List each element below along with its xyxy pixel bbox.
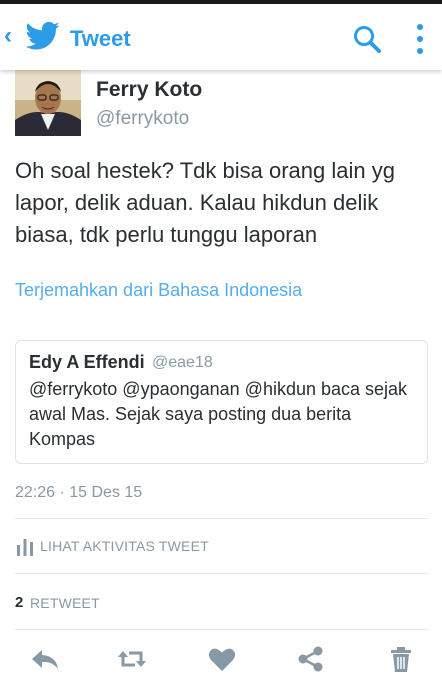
share-icon[interactable] xyxy=(296,645,326,673)
action-bar: ‹ Tweet xyxy=(0,4,442,70)
quoted-tweet-card[interactable]: Edy A Effendi @eae18 @ferrykoto @ypaonga… xyxy=(15,340,428,464)
reply-icon[interactable] xyxy=(30,645,60,673)
quoted-author-handle: @eae18 xyxy=(152,354,213,371)
divider xyxy=(15,573,428,574)
divider xyxy=(15,629,428,630)
retweet-icon[interactable] xyxy=(117,645,147,673)
quoted-author-name: Edy A Effendi xyxy=(29,352,145,372)
author-name[interactable]: Ferry Koto xyxy=(96,78,202,102)
translate-link[interactable]: Terjemahkan dari Bahasa Indonesia xyxy=(15,280,302,301)
divider xyxy=(15,518,428,519)
view-tweet-activity-link[interactable]: LIHAT AKTIVITAS TWEET xyxy=(40,538,209,554)
twitter-bird-icon[interactable] xyxy=(26,21,60,51)
tweet-text: Oh soal hestek? Tdk bisa orang lain yg l… xyxy=(15,158,395,247)
tweet-timestamp: 22:26 · 15 Des 15 xyxy=(15,484,143,501)
quoted-tweet-text: @ferrykoto @ypaonganan @hikdun baca seja… xyxy=(29,379,408,449)
page-title: Tweet xyxy=(70,26,131,51)
avatar[interactable] xyxy=(15,70,81,136)
back-chevron-icon[interactable]: ‹ xyxy=(4,24,18,48)
heart-icon[interactable] xyxy=(207,645,237,673)
overflow-menu-icon[interactable] xyxy=(412,22,428,56)
trash-icon[interactable] xyxy=(386,645,416,673)
author-handle[interactable]: @ferrykoto xyxy=(96,108,189,130)
search-icon[interactable] xyxy=(352,24,382,54)
retweet-label[interactable]: RETWEET xyxy=(30,595,100,611)
bar-chart-icon xyxy=(17,539,33,556)
retweet-count[interactable]: 2 xyxy=(15,594,23,611)
